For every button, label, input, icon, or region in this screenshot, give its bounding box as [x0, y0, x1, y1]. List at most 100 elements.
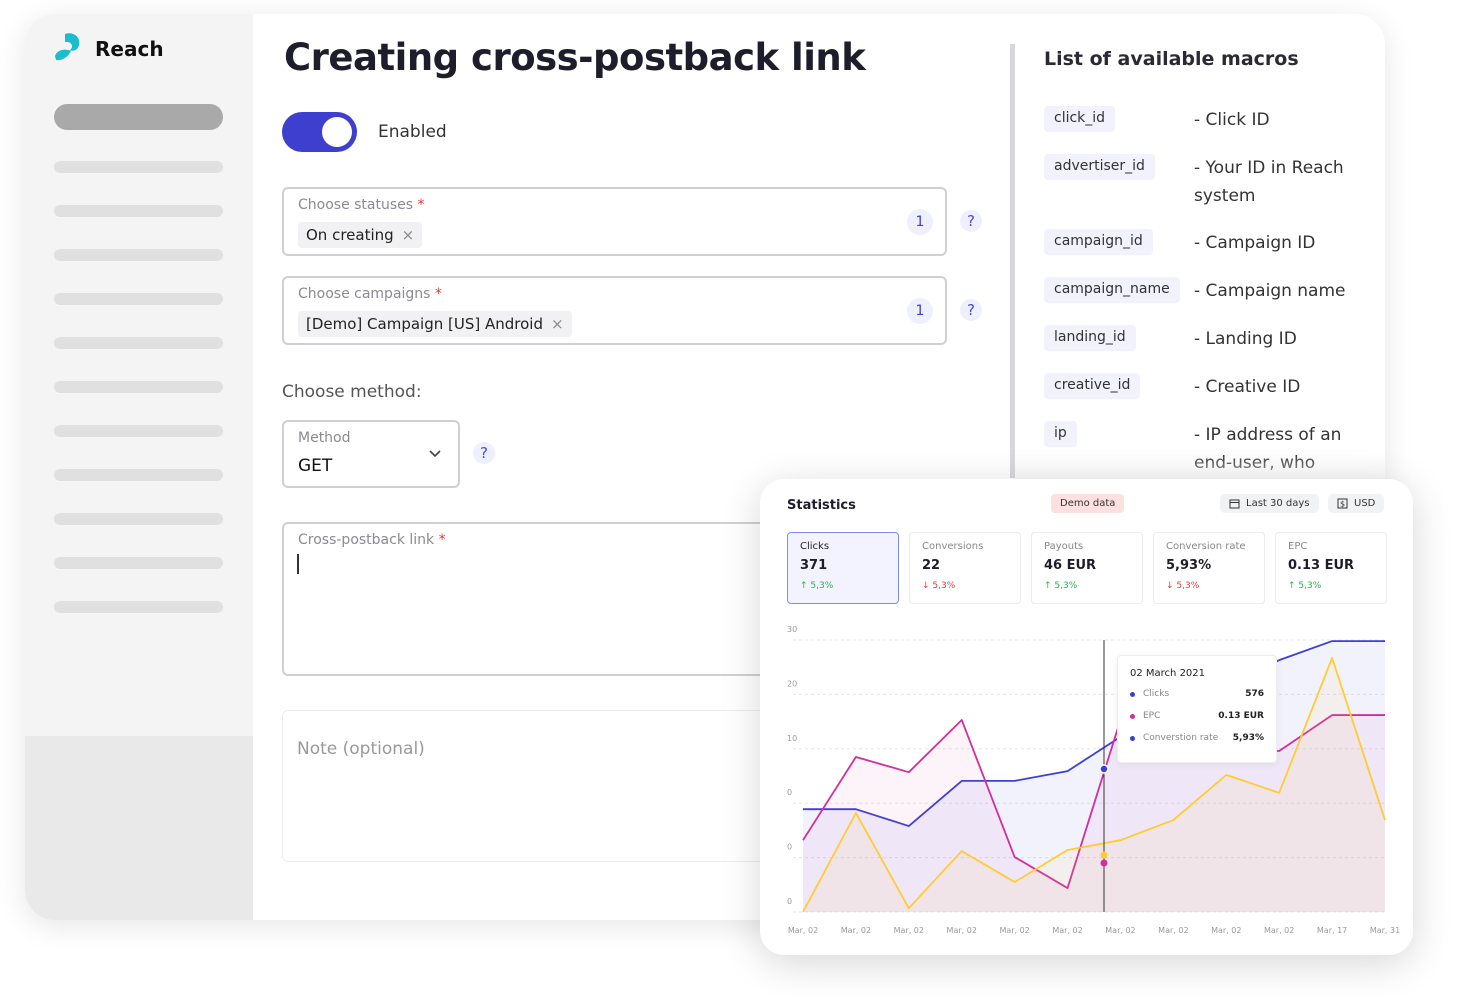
required-mark: * [434, 286, 442, 302]
status-chip: On creating × [298, 222, 423, 248]
legend-dot-icon [1130, 735, 1135, 741]
macro-description: - Campaign name [1194, 281, 1346, 301]
tooltip-series-name: Clicks [1143, 689, 1170, 699]
note-placeholder: Note (optional) [297, 739, 425, 759]
text-cursor [297, 554, 299, 574]
sidebar-item[interactable] [54, 381, 223, 393]
x-tick-label: Mar, 02 [894, 926, 924, 935]
toggle-label: Enabled [378, 122, 447, 142]
statistics-chart: 30 20 10 0 0 0 Mar, 02 Mar, 02 Mar, 02 Mar, 02 Mar… [787, 625, 1400, 935]
statuses-select[interactable]: Choose statuses * On creating × 1 [282, 187, 947, 256]
x-tick-label: Mar, 31 [1370, 926, 1400, 935]
selected-count-badge: 1 [907, 298, 933, 324]
field-label: Choose campaigns [298, 286, 431, 302]
macro-item: creative_id - Creative ID [1044, 373, 1300, 399]
x-tick-label: Mar, 02 [1105, 926, 1135, 935]
y-tick-label: 10 [787, 734, 797, 743]
method-heading: Choose method: [282, 382, 422, 402]
macro-tag[interactable]: campaign_id [1044, 229, 1153, 255]
macro-item: advertiser_id - Your ID in Reach system [1044, 154, 1344, 206]
macro-item: campaign_name - Campaign name [1044, 277, 1346, 303]
macro-item: campaign_id - Campaign ID [1044, 229, 1315, 255]
tooltip-series-name: EPC [1143, 711, 1161, 721]
sidebar-item[interactable] [54, 469, 223, 481]
sidebar-item[interactable] [54, 425, 223, 437]
field-label: Choose statuses [298, 197, 414, 213]
hover-point [1099, 764, 1109, 774]
tooltip-row: EPC 0.13 EUR [1130, 711, 1264, 721]
method-select[interactable]: Method GET [282, 420, 460, 488]
chip-label: On creating [306, 226, 394, 244]
y-tick-label: 20 [787, 679, 797, 688]
required-mark: * [417, 197, 425, 213]
macro-item: landing_id - Landing ID [1044, 325, 1297, 351]
tooltip-value: 5,93% [1232, 733, 1264, 743]
sidebar-item[interactable] [54, 104, 223, 130]
help-icon[interactable]: ? [960, 299, 982, 321]
method-value: GET [298, 456, 333, 476]
sidebar-item[interactable] [54, 601, 223, 613]
sidebar-item[interactable] [54, 205, 223, 217]
macro-tag[interactable]: creative_id [1044, 373, 1141, 399]
macro-item: ip- IP address of an end-user, who [1044, 421, 1341, 473]
remove-chip-icon[interactable]: × [551, 315, 564, 333]
hover-point [1100, 859, 1108, 867]
macro-tag[interactable]: click_id [1044, 106, 1116, 132]
macro-tag[interactable]: campaign_name [1044, 277, 1180, 303]
remove-chip-icon[interactable]: × [402, 226, 415, 244]
x-tick-label: Mar, 02 [788, 926, 818, 935]
campaigns-select[interactable]: Choose campaigns * [Demo] Campaign [US] … [282, 276, 947, 345]
logo[interactable]: Reach [53, 32, 164, 66]
statistics-card: Statistics Demo data Last 30 days $ USD … [760, 479, 1413, 955]
tooltip-value: 0.13 EUR [1218, 711, 1264, 721]
sidebar: Reach [25, 14, 253, 920]
sidebar-item[interactable] [54, 557, 223, 569]
help-icon[interactable]: ? [473, 442, 495, 464]
legend-dot-icon [1130, 691, 1135, 697]
enabled-toggle[interactable] [282, 112, 357, 152]
x-tick-label: Mar, 02 [1052, 926, 1082, 935]
tooltip-row: Converstion rate 5,93% [1130, 733, 1264, 743]
macro-description: - Creative ID [1194, 377, 1301, 397]
tooltip-row: Clicks 576 [1130, 689, 1264, 699]
divider [1010, 44, 1015, 478]
x-tick-label: Mar, 02 [1264, 926, 1294, 935]
y-tick-label: 0 [787, 843, 792, 852]
field-label: Method [298, 430, 351, 446]
x-tick-label: Mar, 02 [1158, 926, 1188, 935]
chevron-down-icon [429, 450, 441, 458]
macro-description: - Your ID in Reach system [1194, 158, 1344, 206]
macros-title: List of available macros [1044, 48, 1299, 70]
macro-item: click_id - Click ID [1044, 106, 1270, 132]
campaign-chip: [Demo] Campaign [US] Android × [298, 311, 572, 337]
y-tick-label: 0 [787, 788, 792, 797]
x-tick-label: Mar, 02 [1211, 926, 1241, 935]
macro-tag[interactable]: landing_id [1044, 325, 1136, 351]
sidebar-item[interactable] [54, 249, 223, 261]
page-title: Creating cross-postback link [284, 36, 866, 79]
macro-description: - Landing ID [1194, 329, 1297, 349]
required-mark: * [438, 532, 446, 548]
reach-logo-icon [55, 33, 80, 61]
sidebar-item[interactable] [54, 293, 223, 305]
chip-label: [Demo] Campaign [US] Android [306, 315, 543, 333]
macro-tag[interactable]: advertiser_id [1044, 154, 1155, 180]
help-icon[interactable]: ? [960, 210, 982, 232]
tooltip-series-name: Converstion rate [1143, 733, 1219, 743]
tooltip-date: 02 March 2021 [1130, 668, 1206, 679]
macro-tag[interactable]: ip [1044, 421, 1077, 447]
sidebar-item[interactable] [54, 513, 223, 525]
selected-count-badge: 1 [907, 209, 933, 235]
tooltip-value: 576 [1245, 689, 1264, 699]
legend-dot-icon [1130, 713, 1135, 719]
macro-description: - Click ID [1194, 110, 1270, 130]
x-tick-label: Mar, 02 [947, 926, 977, 935]
y-tick-label: 30 [787, 625, 797, 634]
chart-tooltip: 02 March 2021 Clicks 576 EPC 0.13 EUR Conver… [1117, 655, 1277, 763]
x-tick-label: Mar, 02 [841, 926, 871, 935]
macro-description: - Campaign ID [1194, 233, 1316, 253]
hover-point [1100, 851, 1108, 859]
y-tick-label: 0 [787, 897, 792, 906]
sidebar-item[interactable] [54, 161, 223, 173]
sidebar-item[interactable] [54, 337, 223, 349]
